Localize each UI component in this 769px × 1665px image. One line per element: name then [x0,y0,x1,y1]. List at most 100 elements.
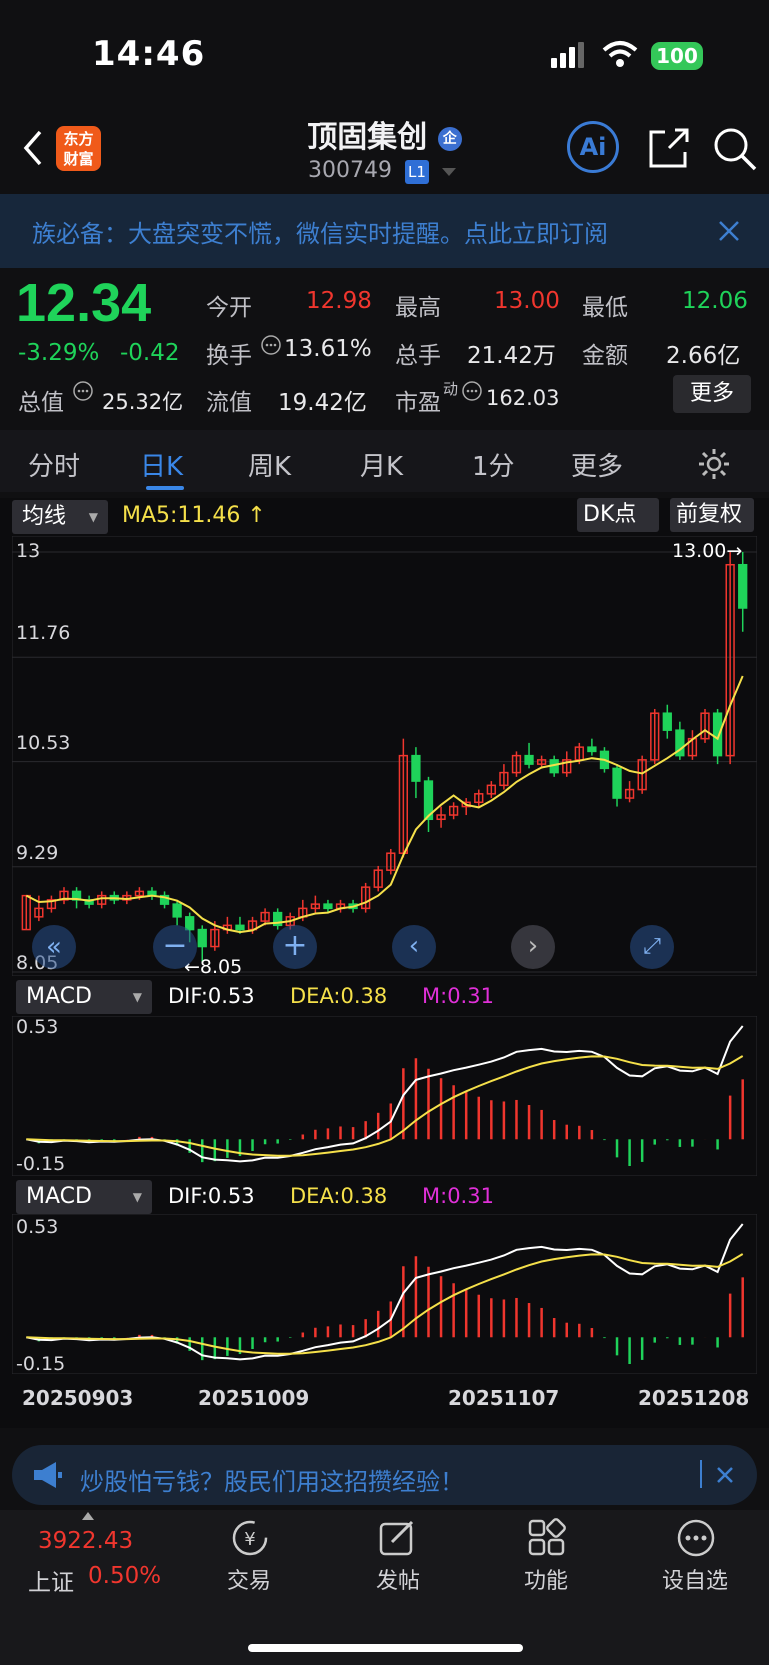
macd-frame [12,1214,757,1374]
macd-select[interactable]: MACD ▼ [16,980,152,1014]
mktcap-label: 总值 [18,390,64,416]
search-icon[interactable] [712,126,758,172]
adjust-button[interactable]: 前复权 [670,498,754,532]
candle-body [587,746,597,753]
battery-indicator: 100 [651,42,703,70]
macd-select[interactable]: MACD ▼ [16,1180,152,1214]
zoom-in-icon[interactable]: + [273,925,317,969]
dropdown-icon[interactable] [442,168,456,178]
index-name: 上证 [28,1570,74,1596]
ma5-value: MA5:11.46 ↑ [122,503,266,528]
y-tick-label: 11.76 [16,622,71,644]
low-value: 12.06 [682,288,748,314]
tab-1min[interactable]: 1分 [472,446,515,483]
tab-monthly-k[interactable]: 月K [360,446,403,483]
stock-name: 顶固集创 [307,120,428,155]
macd-chart[interactable] [12,1214,757,1374]
candle-body [662,712,672,731]
y-tick-label: 13 [16,540,41,562]
candle-body [235,924,245,931]
settings-gear-icon[interactable] [697,447,731,481]
tab-daily-k[interactable]: 日K [140,446,183,483]
dea-line [26,1253,744,1355]
expand-up-icon[interactable] [82,1512,94,1520]
macd-select-label: MACD [26,984,92,1009]
candle-body [197,928,207,948]
mktcap-value: 25.32亿 [102,390,184,414]
candle-body [411,754,421,782]
dea-value: DEA:0.38 [290,1184,388,1208]
turnover-label: 换手 [206,343,252,369]
dif-value: DIF:0.53 [168,984,255,1008]
close-icon[interactable] [718,220,740,242]
signal-icon [551,42,584,68]
max-annotation: 13.00→ [672,540,743,562]
home-indicator [248,1644,523,1652]
notice-text[interactable]: 炒股怕亏钱？股民们用这招攒经验！ [80,1462,464,1497]
arrow-up-icon: ↑ [240,503,266,528]
status-time: 14:46 [92,34,206,74]
min-annotation-text: 8.05 [199,956,243,978]
info-icon[interactable] [461,380,483,402]
chart-frame [12,536,757,976]
macd-top-label: 0.53 [16,1016,59,1038]
functions-grid-icon[interactable] [527,1518,567,1558]
nav-functions[interactable]: 功能 [501,1563,591,1595]
m-value: M:0.31 [422,1184,494,1208]
tab-weekly-k[interactable]: 周K [248,446,291,483]
info-icon[interactable] [72,380,94,402]
date-tick-label: 20251208 [638,1386,750,1410]
trade-icon[interactable]: ¥ [228,1518,272,1558]
pe-dynamic-mark: 动 [443,380,459,398]
enterprise-badge: 企 [437,126,462,151]
amount-label: 金额 [582,343,628,369]
float-value: 19.42亿 [278,390,367,416]
macd-select-label: MACD [26,1184,92,1209]
zoom-out-icon[interactable]: − [153,925,197,969]
kline-chart[interactable] [12,536,757,976]
date-tick-label: 20251107 [448,1386,560,1410]
index-value[interactable]: 3922.43 [38,1528,133,1554]
y-tick-label: 9.29 [16,842,59,864]
macd-chart[interactable] [12,1016,757,1176]
scroll-left-far-icon[interactable]: « [32,925,76,969]
scroll-left-icon[interactable]: ‹ [392,925,436,969]
share-icon[interactable] [647,126,691,170]
nav-post[interactable]: 发帖 [353,1563,443,1595]
float-label: 流值 [206,390,252,416]
ma-select[interactable]: 均线 ▼ [12,500,108,534]
candle-body [323,903,333,910]
open-label: 今开 [206,295,252,321]
dif-value: DIF:0.53 [168,1184,255,1208]
scroll-right-icon[interactable]: › [511,925,555,969]
notice-divider [700,1460,702,1488]
change-percent: -3.29% [18,340,100,366]
info-icon[interactable] [260,334,282,356]
ma5-line [25,675,744,934]
more-button[interactable]: 更多 [673,375,751,413]
high-label: 最高 [395,295,441,321]
tab-intraday[interactable]: 分时 [28,446,80,483]
close-icon[interactable] [716,1466,734,1484]
date-tick-label: 20250903 [22,1386,134,1410]
volume-label: 总手 [395,343,441,369]
macd-bottom-label: -0.15 [16,1353,66,1375]
ai-button[interactable]: Ai [567,121,619,173]
max-annotation-text: 13.00 [672,540,727,562]
open-value: 12.98 [306,288,372,314]
fullscreen-icon[interactable]: ⤢ [630,925,674,969]
banner-text[interactable]: 族必备：大盘突变不慌，微信实时提醒。点此立即订阅 [32,214,692,249]
level-badge: L1 [405,160,429,184]
nav-add-watchlist[interactable]: 设自选 [650,1563,740,1595]
watchlist-more-icon[interactable] [676,1518,716,1558]
dea-value: DEA:0.38 [290,984,388,1008]
tab-more[interactable]: 更多 [571,446,623,483]
post-edit-icon[interactable] [378,1518,418,1558]
pe-value: 162.03 [486,386,560,410]
m-value: M:0.31 [422,984,494,1008]
pe-label: 市盈 [395,390,441,416]
nav-trade[interactable]: 交易 [204,1563,294,1595]
y-tick-label: 10.53 [16,732,71,754]
current-price: 12.34 [16,273,152,333]
dk-button[interactable]: DK点 [577,498,659,532]
